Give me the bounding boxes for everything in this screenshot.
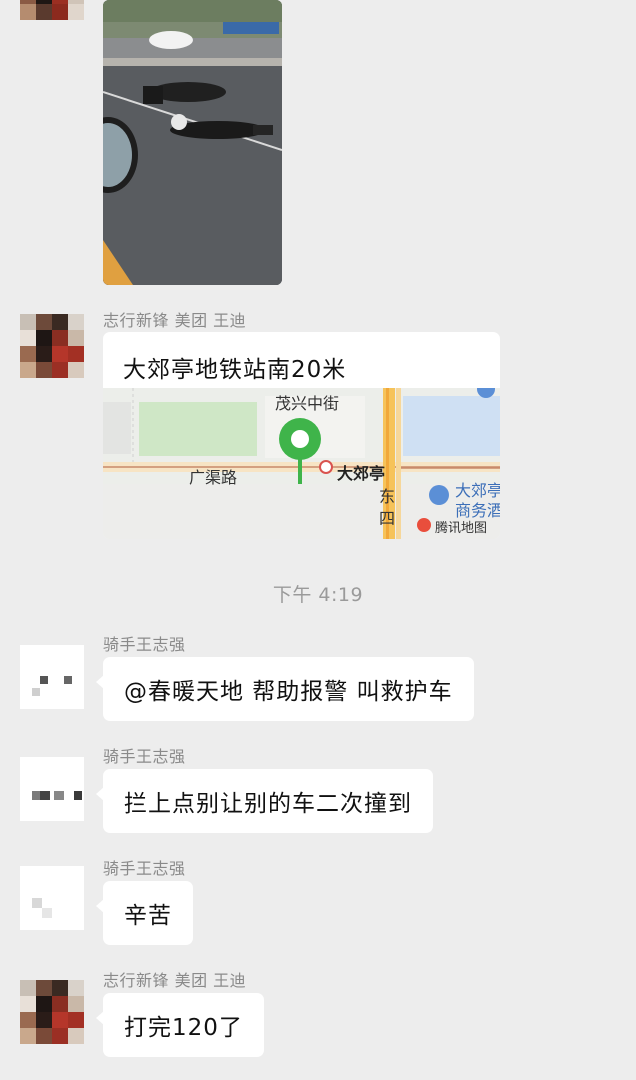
location-card[interactable]: 大郊亭地铁站南20米 茂兴中街 广渠路 大郊亭 东 四 大郊亭 商务酒 腾讯地图	[103, 332, 500, 539]
location-pin-icon	[279, 418, 321, 484]
sender-name: 志行新锋 美团 王迪	[103, 311, 247, 330]
accident-photo-image	[103, 0, 282, 285]
message-bubble[interactable]: 辛苦	[96, 881, 193, 945]
sender-name: 骑手王志强	[103, 635, 186, 654]
avatar-pixel	[32, 898, 42, 908]
message-bubble[interactable]: 打完120了	[96, 993, 264, 1057]
map-provider-label: 腾讯地图	[435, 521, 488, 536]
avatar[interactable]	[20, 314, 84, 378]
avatar-pixel	[54, 791, 64, 800]
map-street-label: 四	[379, 509, 396, 528]
sender-name: 志行新锋 美团 王迪	[103, 971, 247, 990]
message-bubble[interactable]: 拦上点别让别的车二次撞到	[96, 769, 433, 833]
message-bubble[interactable]: @春暖天地 帮助报警 叫救护车	[96, 657, 474, 721]
map-street-label: 广渠路	[189, 468, 238, 487]
avatar-pixel	[42, 908, 52, 918]
timestamp: 下午 4:19	[272, 584, 364, 606]
avatar-pixel	[40, 676, 48, 684]
avatar-pixel	[64, 676, 72, 684]
avatar-pixel	[32, 688, 40, 696]
sender-name: 骑手王志强	[103, 859, 186, 878]
avatar[interactable]	[20, 0, 84, 20]
sender-name: 骑手王志强	[103, 747, 186, 766]
avatar[interactable]	[20, 980, 84, 1044]
avatar[interactable]	[20, 757, 84, 821]
location-map: 茂兴中街 广渠路 大郊亭 东 四 大郊亭 商务酒 腾讯地图	[103, 388, 500, 539]
map-street-label: 茂兴中街	[275, 394, 340, 413]
tencent-map-logo-icon	[417, 518, 431, 532]
avatar-pixel	[32, 791, 40, 800]
avatar[interactable]	[20, 866, 84, 930]
avatar-pixel	[40, 791, 50, 800]
location-title: 大郊亭地铁站南20米	[123, 357, 347, 383]
hotel-icon	[429, 485, 449, 505]
metro-station-icon	[319, 460, 333, 474]
avatar-pixel	[74, 791, 82, 800]
map-station-label: 大郊亭	[337, 464, 386, 483]
accident-photo[interactable]	[103, 0, 282, 285]
avatar[interactable]	[20, 645, 84, 709]
map-street-label: 东	[379, 487, 396, 506]
